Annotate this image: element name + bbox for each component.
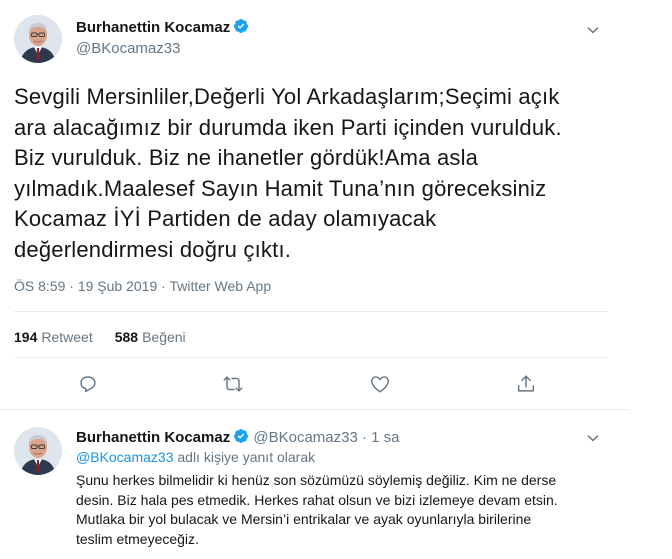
share-icon[interactable]	[515, 373, 537, 395]
tweet-text: Sevgili Mersinliler,Değerli Yol Arkadaşl…	[14, 84, 562, 262]
header-dot: ·	[362, 429, 367, 446]
tweet-source[interactable]: Twitter Web App	[169, 278, 271, 294]
reply-icon[interactable]	[77, 373, 99, 395]
author-name-text[interactable]: Burhanettin Kocamaz	[76, 19, 230, 36]
reply-header: Burhanettin Kocamaz @BKocamaz33 · 1 sa	[76, 428, 400, 446]
tweet-meta: ÖS 8:59 · 19 Şub 2019 · Twitter Web App	[14, 278, 271, 294]
author-handle[interactable]: @BKocamaz33	[76, 40, 180, 57]
author-avatar[interactable]	[14, 15, 62, 63]
replying-to: @BKocamaz33 adlı kişiye yanıt olarak	[76, 449, 315, 465]
divider	[0, 409, 630, 410]
tweet-date[interactable]: 19 Şub 2019	[78, 278, 157, 294]
author-name[interactable]: Burhanettin Kocamaz	[76, 18, 249, 36]
reply-author-name[interactable]: Burhanettin Kocamaz	[76, 429, 230, 446]
meta-separator: ·	[65, 278, 78, 294]
retweet-count[interactable]: 194	[14, 329, 37, 345]
meta-separator: ·	[157, 278, 170, 294]
heart-icon[interactable]	[369, 373, 391, 395]
like-count-link[interactable]: 588 Beğeni	[115, 329, 186, 345]
reply-author-avatar[interactable]	[14, 427, 62, 475]
chevron-down-icon[interactable]	[585, 430, 601, 446]
retweet-label[interactable]: Retweet	[41, 329, 92, 345]
reply-author-handle[interactable]: @BKocamaz33	[253, 429, 357, 446]
divider	[14, 357, 608, 358]
chevron-down-icon[interactable]	[585, 22, 601, 38]
reply-mention-link[interactable]: @BKocamaz33	[76, 449, 173, 465]
verified-badge-icon	[233, 428, 249, 444]
reply-time[interactable]: 1 sa	[371, 429, 399, 446]
tweet-stats: 194 Retweet 588 Beğeni	[14, 329, 186, 345]
retweet-icon[interactable]	[222, 373, 244, 395]
retweet-count-link[interactable]: 194 Retweet	[14, 329, 93, 345]
reply-tweet-text: Şunu herkes bilmelidir ki henüz son sözü…	[76, 472, 558, 547]
divider	[14, 311, 608, 312]
like-label[interactable]: Beğeni	[142, 329, 186, 345]
reply-to-suffix: adlı kişiye yanıt olarak	[173, 449, 316, 465]
like-count[interactable]: 588	[115, 329, 138, 345]
tweet-time[interactable]: ÖS 8:59	[14, 278, 65, 294]
verified-badge-icon	[233, 18, 249, 34]
